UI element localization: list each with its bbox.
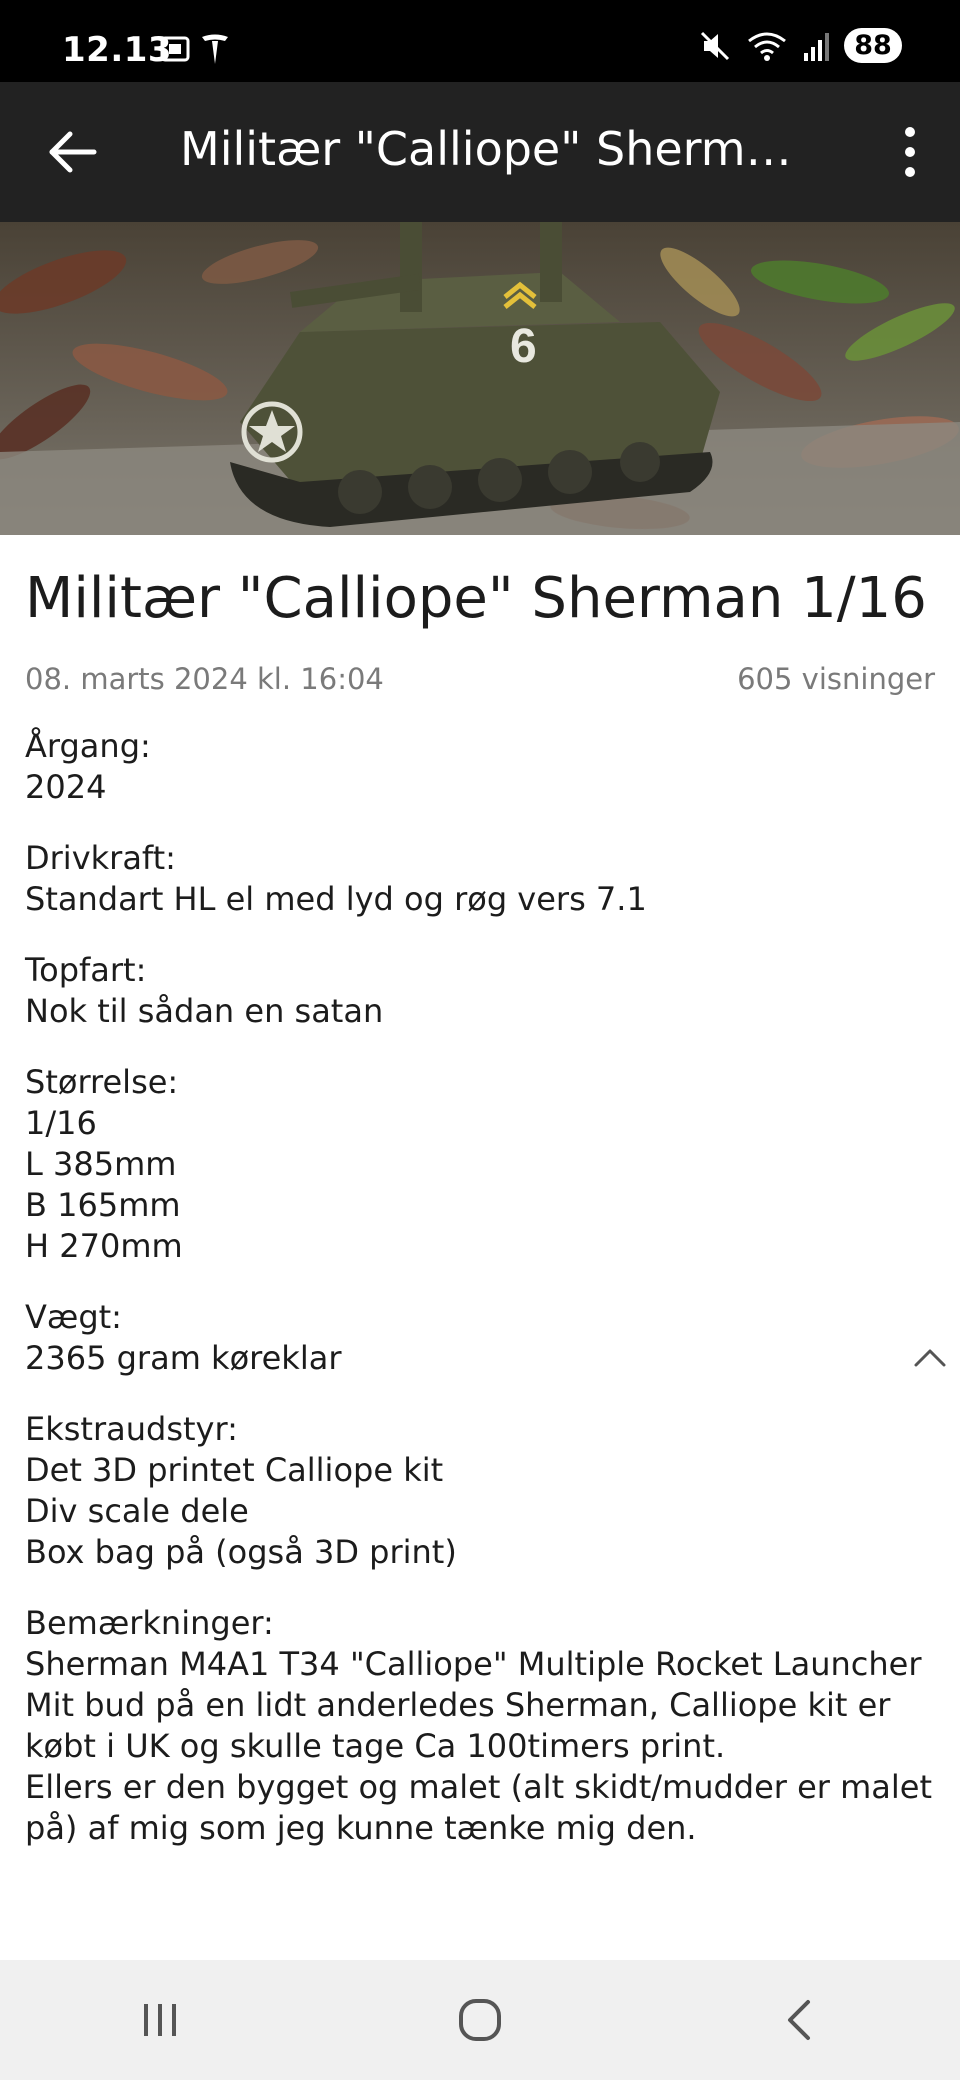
field-label: Drivkraft: [25, 839, 176, 878]
field-value: Nok til sådan en satan [25, 992, 384, 1031]
mute-icon [700, 31, 730, 60]
field-value: B 165mm [25, 1186, 181, 1225]
field-vaegt: Vægt: 2365 gram køreklar [25, 1297, 935, 1379]
field-value: 2365 gram køreklar [25, 1339, 342, 1378]
field-value: Box bag på (også 3D print) [25, 1533, 457, 1572]
svg-text:6: 6 [510, 320, 537, 373]
field-label: Ekstraudstyr: [25, 1410, 238, 1449]
field-value: H 270mm [25, 1227, 183, 1266]
field-value: 2024 [25, 768, 107, 807]
home-button[interactable] [440, 1980, 520, 2060]
battery-indicator: 88 [844, 28, 902, 63]
recent-apps-button[interactable] [120, 1980, 200, 2060]
field-label: Topfart: [25, 951, 147, 990]
listing-details: Militær "Calliope" Sherman 1/16 08. mart… [25, 535, 935, 1849]
chevron-up-icon[interactable] [910, 1343, 950, 1373]
field-value: på) af mig som jeg kunne tænke mig den. [25, 1809, 697, 1848]
listing-meta: 08. marts 2024 kl. 16:04 605 visninger [25, 662, 935, 696]
recent-apps-icon [144, 2004, 176, 2036]
field-value: Standart HL el med lyd og røg vers 7.1 [25, 880, 647, 919]
field-bemaerkninger: Bemærkninger: Sherman M4A1 T34 "Calliope… [25, 1603, 935, 1849]
field-value: Ellers er den bygget og malet (alt skidt… [25, 1768, 933, 1807]
app-bar: Militær "Calliope" Sherman 1/16 [0, 82, 960, 222]
listing-date: 08. marts 2024 kl. 16:04 [25, 662, 384, 697]
field-value: Mit bud på en lidt anderledes Sherman, C… [25, 1686, 891, 1725]
field-value: Sherman M4A1 T34 "Calliope" Multiple Roc… [25, 1645, 922, 1684]
field-value: købt i UK og skulle tage Ca 100timers pr… [25, 1727, 726, 1766]
nav-back-button[interactable] [760, 1980, 840, 2060]
field-storrelse: Størrelse: 1/16 L 385mm B 165mm H 270mm [25, 1062, 935, 1267]
field-value: L 385mm [25, 1145, 177, 1184]
signal-icon [804, 32, 829, 61]
field-value: 1/16 [25, 1104, 97, 1143]
status-bar: 12.13 88 [0, 0, 960, 82]
listing-title: Militær "Calliope" Sherman 1/16 [25, 566, 927, 631]
field-value: Div scale dele [25, 1492, 249, 1531]
field-label: Vægt: [25, 1298, 122, 1337]
status-time: 12.13 [62, 30, 173, 70]
field-label: Årgang: [25, 727, 151, 766]
listing-views: 605 visninger [737, 662, 935, 697]
app-bar-title: Militær "Calliope" Sherman 1/16 [180, 122, 800, 176]
home-icon [459, 1999, 501, 2041]
field-label: Bemærkninger: [25, 1604, 274, 1643]
tesla-icon [202, 34, 228, 64]
field-argang: Årgang: 2024 [25, 726, 935, 808]
field-drivkraft: Drivkraft: Standart HL el med lyd og røg… [25, 838, 935, 920]
listing-photo[interactable]: 6 [0, 222, 960, 535]
more-vert-icon[interactable] [896, 122, 924, 182]
system-nav-bar [0, 1960, 960, 2080]
wifi-icon [748, 32, 786, 61]
field-value: Det 3D printet Calliope kit [25, 1451, 444, 1490]
field-ekstraudstyr: Ekstraudstyr: Det 3D printet Calliope ki… [25, 1409, 935, 1573]
nav-back-icon [788, 2000, 810, 2040]
field-topfart: Topfart: Nok til sådan en satan [25, 950, 935, 1032]
arrow-left-icon[interactable] [44, 122, 104, 182]
screenshot-icon [160, 36, 190, 62]
tank-photo-illustration: 6 [0, 222, 960, 535]
field-label: Størrelse: [25, 1063, 179, 1102]
